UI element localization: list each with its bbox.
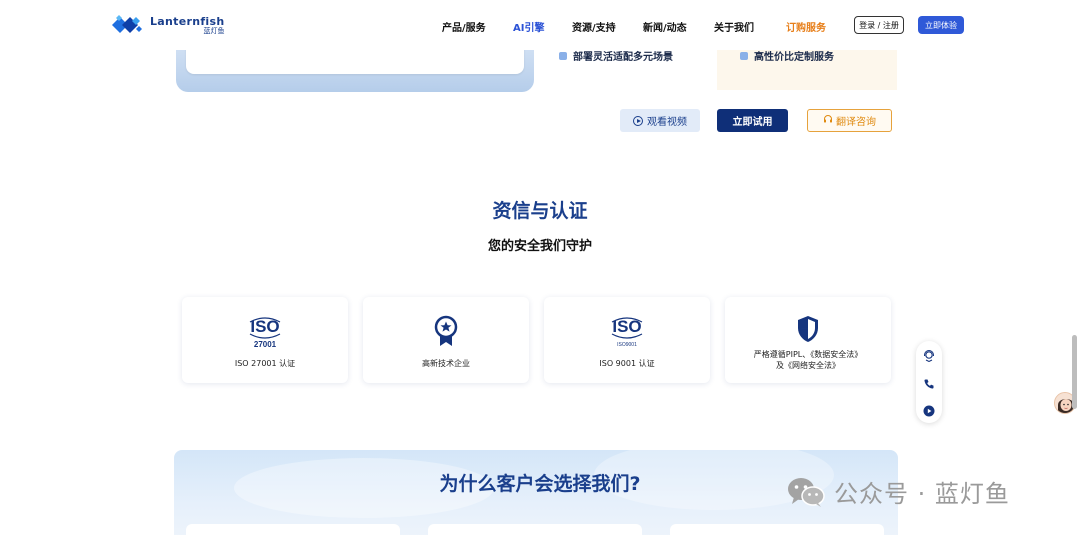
certification-title: 资信与认证 bbox=[492, 200, 588, 222]
why-card bbox=[428, 524, 642, 535]
top-header: Lanternfish 蓝灯鱼 产品/服务 AI引擎 资源/支持 新闻/动态 关… bbox=[0, 0, 1080, 50]
iso-icon-subtext: 27001 bbox=[254, 340, 277, 349]
cert-label-iso27001: ISO 27001 认证 bbox=[234, 359, 296, 368]
iso-9001-icon: ISO ISO9001 bbox=[544, 315, 710, 351]
award-ribbon-icon bbox=[363, 315, 529, 347]
iso-27001-icon: ISO 27001 bbox=[182, 315, 348, 351]
floating-contact-widget bbox=[916, 341, 942, 423]
lanternfish-logo-icon bbox=[110, 12, 146, 38]
try-now-button[interactable]: 立即试用 bbox=[717, 109, 788, 132]
logo-name-cn: 蓝灯鱼 bbox=[203, 26, 225, 35]
nav-item-order[interactable]: 订购服务 bbox=[786, 19, 826, 34]
play-icon[interactable] bbox=[923, 402, 935, 417]
certification-subtitle: 您的安全我们守护 bbox=[487, 239, 592, 254]
wechat-watermark: 公众号 · 蓝灯鱼 bbox=[786, 474, 1010, 509]
watch-video-button[interactable]: 观看视频 bbox=[620, 109, 700, 132]
logo[interactable]: Lanternfish 蓝灯鱼 bbox=[110, 12, 224, 38]
watermark-text: 公众号 · 蓝灯鱼 bbox=[834, 480, 1010, 508]
cert-card-hightech: 高新技术企业 bbox=[363, 297, 529, 383]
cert-card-pipl: 严格遵循PIPL、《数据安全法》 及《网络安全法》 bbox=[725, 297, 891, 383]
login-register-button[interactable]: 登录 / 注册 bbox=[854, 16, 904, 34]
customer-service-icon[interactable] bbox=[923, 347, 935, 363]
feature-flexible-deploy: 部署灵活适配多元场景 bbox=[559, 48, 673, 63]
feature-flexible-text: 部署灵活适配多元场景 bbox=[573, 52, 673, 63]
cert-card-iso27001: ISO 27001 ISO 27001 认证 bbox=[182, 297, 348, 383]
wechat-icon bbox=[786, 476, 826, 508]
cert-label-iso9001: ISO 9001 认证 bbox=[599, 359, 655, 368]
cert-label-pipl: 严格遵循PIPL、《数据安全法》 及《网络安全法》 bbox=[725, 349, 891, 371]
nav-item-about[interactable]: 关于我们 bbox=[714, 19, 754, 34]
shield-icon bbox=[725, 315, 891, 343]
check-icon bbox=[559, 51, 567, 60]
phone-icon[interactable] bbox=[923, 375, 935, 389]
why-card bbox=[186, 524, 400, 535]
nav-item-products[interactable]: 产品/服务 bbox=[442, 19, 486, 34]
check-icon bbox=[740, 51, 748, 60]
nav-item-news[interactable]: 新闻/动态 bbox=[643, 19, 687, 34]
logo-name-en: Lanternfish bbox=[150, 14, 225, 28]
why-card bbox=[670, 524, 884, 535]
feature-cost-effective: 高性价比定制服务 bbox=[740, 48, 834, 63]
watch-video-label: 观看视频 bbox=[647, 117, 687, 128]
page-scrollbar-thumb[interactable] bbox=[1072, 335, 1077, 409]
try-now-header-button[interactable]: 立即体验 bbox=[918, 16, 964, 34]
nav-item-resources[interactable]: 资源/支持 bbox=[572, 19, 616, 34]
cert-label-hightech: 高新技术企业 bbox=[422, 359, 470, 368]
play-circle-icon bbox=[633, 115, 643, 126]
feature-cost-text: 高性价比定制服务 bbox=[754, 52, 834, 63]
cert-label-pipl-line1: 严格遵循PIPL、《数据安全法》 bbox=[753, 350, 863, 359]
headset-icon bbox=[823, 114, 833, 127]
cert-label-pipl-line2: 及《网络安全法》 bbox=[776, 361, 840, 370]
translation-consult-button[interactable]: 翻译咨询 bbox=[807, 109, 892, 132]
translation-consult-label: 翻译咨询 bbox=[836, 117, 876, 128]
iso-icon-subtext: ISO9001 bbox=[617, 342, 637, 348]
nav-item-ai-engine[interactable]: AI引擎 bbox=[513, 19, 544, 34]
cert-card-iso9001: ISO ISO9001 ISO 9001 认证 bbox=[544, 297, 710, 383]
